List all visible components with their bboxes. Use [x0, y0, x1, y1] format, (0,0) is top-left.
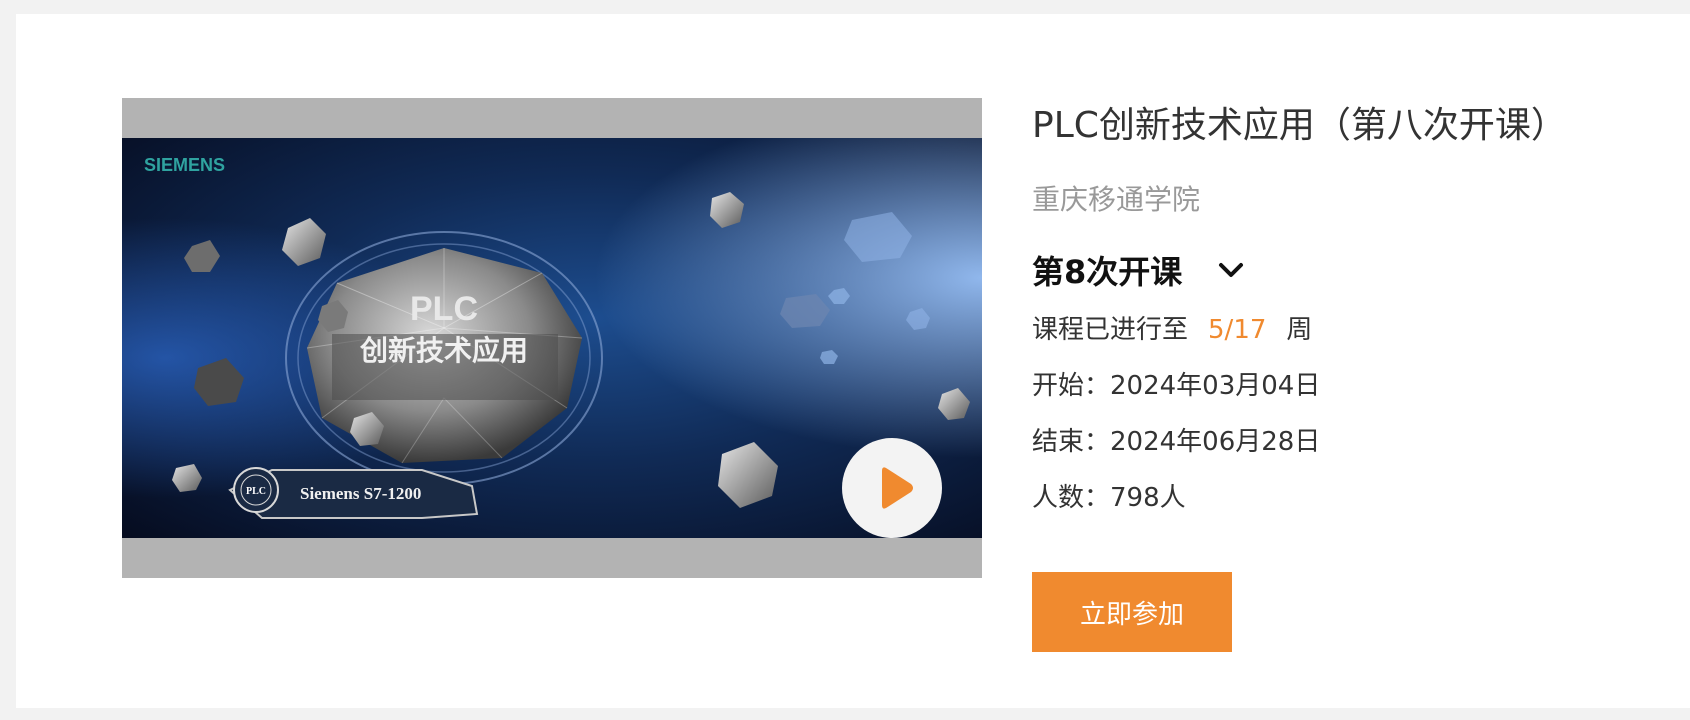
- play-icon: [882, 467, 913, 509]
- course-title: PLC创新技术应用（第八次开课）: [1032, 105, 1567, 146]
- start-label: 开始：: [1032, 371, 1111, 401]
- progress-label: 课程已进行至: [1032, 315, 1189, 345]
- start-date: 开始：2024年03月04日: [1032, 368, 1320, 404]
- end-value: 2024年06月28日: [1110, 427, 1321, 457]
- product-plate: PLC Siemens S7-1200: [228, 467, 479, 519]
- progress-value: 5/17: [1208, 315, 1267, 345]
- course-progress: 课程已进行至 5/17 周: [1032, 312, 1312, 348]
- chevron-down-icon: [1219, 263, 1244, 277]
- count-label: 人数：: [1032, 483, 1111, 513]
- plate-plc-mark: PLC: [246, 486, 266, 497]
- siemens-logo: SIEMENS: [144, 155, 225, 175]
- session-label: 第8次开课: [1032, 253, 1183, 291]
- cover-badge-plc: PLC: [410, 290, 478, 328]
- cover-badge-subtitle: 创新技术应用: [359, 334, 528, 367]
- play-button[interactable]: [842, 438, 942, 538]
- join-now-button[interactable]: 立即参加: [1032, 572, 1232, 652]
- count-value: 798人: [1110, 483, 1186, 513]
- product-name: Siemens S7-1200: [300, 484, 421, 503]
- session-dropdown[interactable]: 第8次开课: [1032, 248, 1246, 292]
- end-date: 结束：2024年06月28日: [1032, 424, 1320, 460]
- course-card: SIEMENS PLC 创新技术应用 PLC Siemens S7-1200 P…: [16, 14, 1690, 708]
- start-value: 2024年03月04日: [1110, 371, 1321, 401]
- school-name: 重庆移通学院: [1032, 183, 1201, 216]
- progress-unit: 周: [1286, 315, 1313, 345]
- course-cover-video[interactable]: SIEMENS PLC 创新技术应用 PLC Siemens S7-1200: [122, 98, 982, 578]
- end-label: 结束：: [1032, 427, 1111, 457]
- enrollment-count: 人数：798人: [1032, 480, 1186, 516]
